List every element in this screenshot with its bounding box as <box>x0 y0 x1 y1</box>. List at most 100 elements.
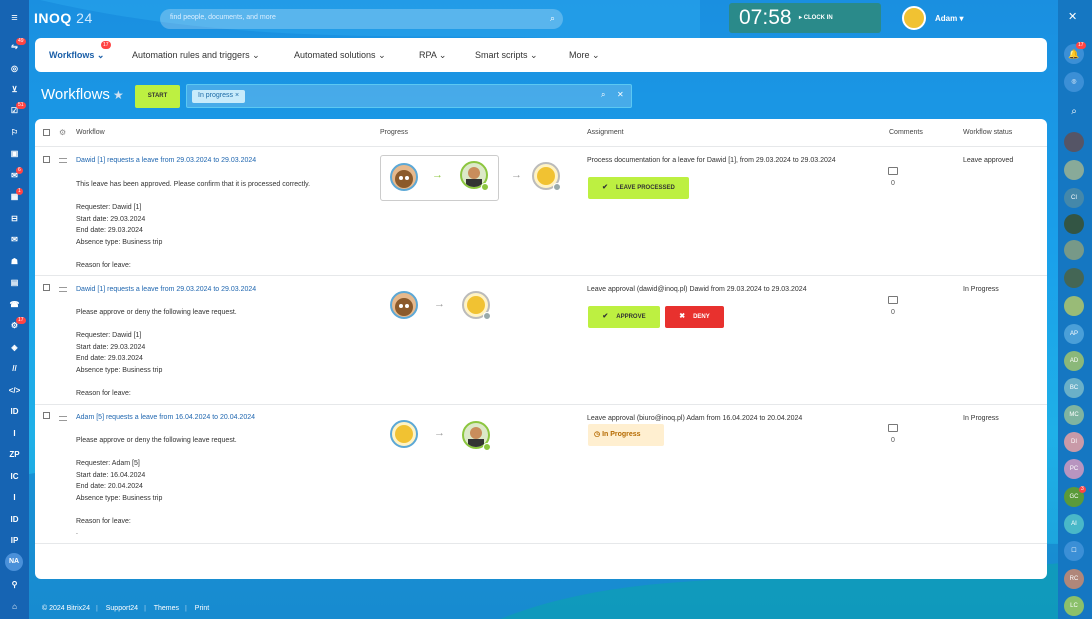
telephony-icon[interactable]: ☎ <box>0 298 29 312</box>
filter-chip[interactable]: In progress × <box>192 90 246 103</box>
search-icon[interactable]: ⌕ <box>601 90 605 100</box>
footer-support-link[interactable]: Support24 <box>106 605 138 612</box>
user-menu[interactable]: Adam ▾ <box>902 6 982 30</box>
row-checkbox[interactable] <box>43 156 50 163</box>
avatar-ad[interactable]: AD <box>1064 351 1084 371</box>
groups-icon[interactable]: ☗ <box>0 255 29 269</box>
approve-button[interactable]: ✔ APPROVE <box>588 306 660 328</box>
avatar[interactable] <box>1064 268 1084 288</box>
left-nav-label-1[interactable]: I <box>0 427 29 441</box>
avatar[interactable] <box>1064 240 1084 260</box>
clock-in-button[interactable]: ▸ CLOCK IN <box>799 14 833 21</box>
search-icon: ⌕ <box>549 13 555 23</box>
column-workflow[interactable]: Workflow <box>76 129 105 136</box>
left-nav-label-5[interactable]: ID <box>0 513 29 527</box>
close-icon[interactable]: ✕ <box>1068 10 1077 23</box>
tab-automation-rules[interactable]: Automation rules and triggers ⌄ <box>132 50 260 61</box>
workflow-status: In Progress <box>963 415 999 422</box>
deny-button[interactable]: ✖ DENY <box>665 306 724 328</box>
footer-print-link[interactable]: Print <box>195 605 209 612</box>
avatar-lc[interactable]: LC <box>1064 596 1084 616</box>
footer-themes-link[interactable]: Themes <box>154 605 179 612</box>
column-comments[interactable]: Comments <box>889 129 923 136</box>
pending-icon <box>483 312 491 320</box>
workflows-badge: 17 <box>16 317 26 324</box>
left-nav-label-4[interactable]: I <box>0 491 29 505</box>
clock-widget[interactable]: 07:58 ▸ CLOCK IN <box>729 3 881 33</box>
left-nav-label-2[interactable]: ZP <box>0 448 29 462</box>
developer-icon[interactable]: </> <box>0 384 29 398</box>
row-checkbox[interactable] <box>43 412 50 419</box>
tab-workflows-badge: 17 <box>101 41 111 49</box>
logo[interactable]: INOQ 24 <box>34 10 93 26</box>
store-icon[interactable]: ◈ <box>0 341 29 355</box>
workflow-description: Please approve or deny the following lea… <box>76 309 237 397</box>
comments-count[interactable]: 0 <box>887 167 899 187</box>
tab-more[interactable]: More ⌄ <box>569 50 600 61</box>
avatar-ai[interactable]: AI <box>1064 514 1084 534</box>
drive-icon[interactable]: ▣ <box>0 147 29 161</box>
workflow-title[interactable]: Dawid [1] requests a leave from 29.03.20… <box>76 286 256 293</box>
select-all-checkbox[interactable] <box>43 129 50 136</box>
marketing-icon[interactable]: // <box>0 362 29 376</box>
avatar-ap[interactable]: AP <box>1064 324 1084 344</box>
workflow-title[interactable]: Adam [5] requests a leave from 16.04.202… <box>76 414 255 421</box>
avatar-bc[interactable]: BC <box>1064 378 1084 398</box>
tab-automated-solutions[interactable]: Automated solutions ⌄ <box>294 50 386 61</box>
clear-icon[interactable]: ✕ <box>617 90 624 99</box>
workflow-table: ⚙ Workflow Progress Assignment Comments … <box>35 119 1047 579</box>
feed-badge: 49 <box>16 38 26 45</box>
avatar-pc[interactable]: PC <box>1064 459 1084 479</box>
left-nav-label-3[interactable]: IC <box>0 470 29 484</box>
avatar-rc[interactable]: RC <box>1064 569 1084 589</box>
search-icon[interactable]: ⌕ <box>1064 102 1084 122</box>
tab-rpa[interactable]: RPA ⌄ <box>419 50 446 61</box>
workflow-title[interactable]: Dawid [1] requests a leave from 29.03.20… <box>76 157 256 164</box>
avatar[interactable] <box>1064 296 1084 316</box>
leave-processed-button[interactable]: ✔ LEAVE PROCESSED <box>588 177 689 199</box>
calendar-icon[interactable]: ▦ <box>0 190 29 204</box>
menu-icon[interactable]: ≡ <box>0 11 29 25</box>
avatar-mc[interactable]: MC <box>1064 405 1084 425</box>
avatar-ci[interactable]: CI <box>1064 188 1084 208</box>
tab-workflows[interactable]: Workflows ⌄ 17 <box>49 41 111 61</box>
tab-smart-scripts[interactable]: Smart scripts ⌄ <box>475 50 538 61</box>
workflow-description: This leave has been approved. Please con… <box>76 181 311 269</box>
inbox-icon[interactable]: ⊟ <box>0 212 29 226</box>
chat-icon[interactable]: ✉ <box>0 169 29 183</box>
chip-close-icon[interactable]: × <box>235 92 239 99</box>
document-icon[interactable]: ▤ <box>0 276 29 290</box>
column-status[interactable]: Workflow status <box>963 129 1012 136</box>
column-progress[interactable]: Progress <box>380 129 408 136</box>
row-menu-icon[interactable] <box>59 416 67 421</box>
comments-count[interactable]: 0 <box>887 424 899 444</box>
left-nav-label-6[interactable]: IP <box>0 534 29 548</box>
comment-icon <box>888 296 898 304</box>
mail-icon[interactable]: ✉ <box>0 233 29 247</box>
sites-icon[interactable]: ⚐ <box>0 126 29 140</box>
tasks-icon[interactable]: ◎ <box>0 62 29 76</box>
tools-icon[interactable]: ⚲ <box>0 578 29 592</box>
column-assignment[interactable]: Assignment <box>587 129 624 136</box>
left-nav-label-7[interactable]: NA <box>5 553 23 571</box>
shop-icon[interactable]: ⊻ <box>0 83 29 97</box>
avatar[interactable] <box>1064 132 1084 152</box>
star-icon[interactable]: ★ <box>113 88 124 102</box>
row-menu-icon[interactable] <box>59 287 67 292</box>
gc-badge: 3 <box>1079 486 1086 493</box>
left-nav-label-0[interactable]: ID <box>0 405 29 419</box>
row-menu-icon[interactable] <box>59 158 67 163</box>
settings-icon[interactable]: ⚙ <box>59 128 66 137</box>
avatar-dawid <box>390 163 418 191</box>
avatar-di[interactable]: DI <box>1064 432 1084 452</box>
avatar[interactable] <box>1064 160 1084 180</box>
avatar[interactable] <box>1064 214 1084 234</box>
home-icon[interactable]: ⌂ <box>0 600 29 614</box>
start-button[interactable]: START <box>135 85 180 108</box>
chat-icon[interactable]: ☐ <box>1064 541 1084 561</box>
search-input[interactable]: find people, documents, and more ⌕ <box>160 9 563 29</box>
filter-search[interactable]: In progress × ⌕ ✕ <box>186 84 632 108</box>
row-checkbox[interactable] <box>43 284 50 291</box>
online-icon[interactable]: ◎ <box>1064 72 1084 92</box>
comments-count[interactable]: 0 <box>887 296 899 316</box>
